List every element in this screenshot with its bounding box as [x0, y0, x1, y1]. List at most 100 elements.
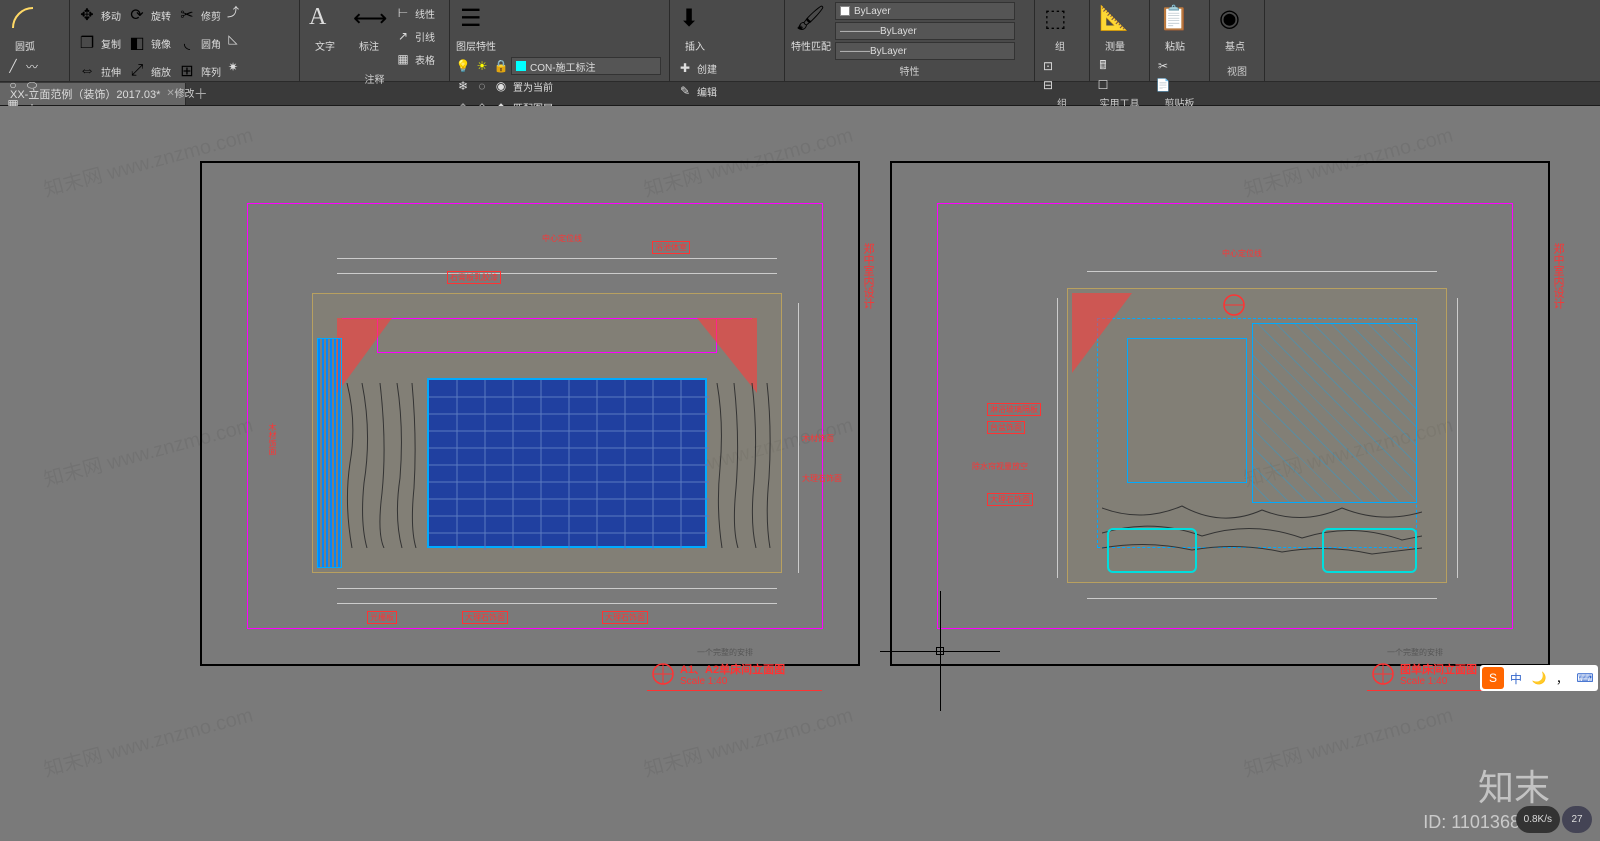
line-icon[interactable]: ╱ — [4, 57, 22, 75]
panel-view: ◉ 基点 视图 — [1210, 0, 1265, 81]
drawing2-scale: Scale 1:40 — [1400, 676, 1447, 687]
anno-marble3: 大理石饰面 — [602, 611, 648, 624]
panel-modify-label[interactable]: 修改 — [74, 84, 295, 101]
basepoint-tool[interactable]: ◉ 基点 — [1214, 2, 1256, 55]
group-a-icon[interactable]: ⊡ — [1039, 57, 1057, 75]
anno2-center: 中心定位线 — [1222, 248, 1262, 259]
panel-modify: ✥移动 ⟳旋转 ✂修剪 ⤴ ❐复制 ◧镜像 ◟圆角 ◺ ⇔拉伸 ⤢缩放 ⊞阵列 … — [70, 0, 300, 81]
ceiling-cove — [377, 318, 717, 353]
ime-s-button[interactable]: S — [1482, 667, 1504, 689]
linear-icon: ⊢ — [394, 4, 412, 22]
lock-icon[interactable]: 🔒 — [492, 57, 510, 75]
paste-tool[interactable]: 📋 粘贴 — [1154, 2, 1196, 55]
note2: 一个完整的安排 — [1387, 647, 1443, 658]
calc-icon[interactable]: 🖩 — [1094, 57, 1112, 75]
arc-label: 圆弧 — [15, 38, 35, 53]
color-dropdown[interactable]: ByLayer — [835, 2, 1015, 20]
basepoint-icon: ◉ — [1219, 4, 1251, 36]
linear-dim-tool[interactable]: ⊢线性 — [392, 2, 437, 24]
leader-tool[interactable]: ↗引线 — [392, 25, 437, 47]
hatch-left2 — [1072, 293, 1132, 373]
dim2-left — [1057, 298, 1058, 578]
title-underline — [647, 690, 822, 691]
iso-icon[interactable]: ◉ — [492, 77, 510, 95]
circle-icon[interactable]: ○ — [4, 76, 22, 94]
paste-icon: 📋 — [1159, 4, 1191, 36]
watermark: 知末网 www.znzmo.com — [1240, 699, 1456, 783]
wood-left — [342, 383, 422, 548]
ellipse-icon[interactable]: ⬭ — [23, 76, 41, 94]
array-tool[interactable]: ⊞阵列 — [174, 58, 223, 84]
net-speed[interactable]: 0.8K/s — [1516, 806, 1560, 833]
drawing-canvas[interactable]: 知末网 www.znzmo.com 知末网 www.znzmo.com 知末网 … — [0, 106, 1600, 841]
drawing1-title: A1、A2单床间立面图 — [680, 661, 785, 677]
bulb-icon[interactable]: 💡 — [454, 57, 472, 75]
fillet-tool[interactable]: ◟圆角 — [174, 30, 223, 56]
section-mark-icon2 — [1372, 663, 1394, 685]
rotate-tool[interactable]: ⟳旋转 — [124, 2, 173, 28]
scale-icon: ⤢ — [126, 60, 148, 82]
trim-tool[interactable]: ✂修剪 — [174, 2, 223, 28]
insert-tool[interactable]: ⬇ 插入 — [674, 2, 716, 55]
dim-bottom2 — [337, 603, 777, 604]
copy2-icon[interactable]: 📄 — [1154, 76, 1172, 94]
chamfer-icon[interactable]: ◺ — [224, 30, 242, 48]
anno2-marble: 大理石饰面 — [987, 493, 1033, 506]
off-icon[interactable]: ◌ — [473, 77, 491, 95]
create-block-tool[interactable]: ✚创建 — [674, 57, 739, 79]
freeze-icon[interactable]: ❄ — [454, 77, 472, 95]
temperature[interactable]: 27 — [1562, 806, 1592, 833]
ime-kb-icon[interactable]: ⌨ — [1574, 667, 1596, 689]
move-icon: ✥ — [76, 4, 98, 26]
arc-tool[interactable]: 圆弧 — [4, 2, 46, 55]
sun-icon[interactable]: ☀ — [473, 57, 491, 75]
copy-icon: ❐ — [76, 32, 98, 54]
dim-top — [337, 273, 777, 274]
dimension-icon: ⟷ — [353, 4, 385, 36]
ribbon: 圆弧 ╱〰 ○⬭ ▦· 绘图 ✥移动 ⟳旋转 ✂修剪 ⤴ ❐复制 ◧镜像 ◟圆角… — [0, 0, 1600, 82]
text-tool[interactable]: A 文字 — [304, 2, 346, 55]
layer-props-tool[interactable]: ☰ 图层特性 — [454, 2, 498, 55]
panel-props-label[interactable]: 特性 — [789, 62, 1030, 79]
group-tool[interactable]: ⬚ 组 — [1039, 2, 1081, 55]
linetype-dropdown[interactable]: ——— ByLayer — [835, 42, 1015, 60]
leader-icon: ↗ — [394, 27, 412, 45]
dim-tool[interactable]: ⟷ 标注 — [348, 2, 390, 55]
stretch-tool[interactable]: ⇔拉伸 — [74, 58, 123, 84]
spline-icon[interactable]: 〰 — [23, 57, 41, 75]
wood-right — [712, 383, 777, 548]
ime-lang-button[interactable]: 中 — [1505, 667, 1527, 689]
door-panel — [317, 338, 342, 568]
edit-block-tool[interactable]: ✎编辑 — [674, 80, 739, 102]
panel-annot-label[interactable]: 注释 — [304, 70, 445, 87]
extend-icon[interactable]: ⤴ — [224, 2, 242, 20]
table-tool[interactable]: ▦表格 — [392, 48, 437, 70]
measure-icon: 📐 — [1099, 4, 1131, 36]
scale-tool[interactable]: ⤢缩放 — [124, 58, 173, 84]
set-current-tool[interactable]: 置为当前 — [511, 77, 555, 96]
group-b-icon[interactable]: ⊟ — [1039, 76, 1057, 94]
panel-properties: 🖌 特性匹配 ByLayer ———— ByLayer ——— ByLayer … — [785, 0, 1035, 81]
ime-moon-icon[interactable]: 🌙 — [1528, 667, 1550, 689]
arc-icon — [9, 4, 41, 36]
explode-icon[interactable]: ✷ — [224, 58, 242, 76]
ime-punct-icon[interactable]: ， — [1551, 667, 1573, 689]
anno-gypsum: 石膏板乳胶漆 — [447, 271, 501, 284]
vanity-mirror-right — [1252, 323, 1417, 503]
lineweight-dropdown[interactable]: ———— ByLayer — [835, 22, 1015, 40]
panel-view-label[interactable]: 视图 — [1214, 62, 1260, 79]
anno2-glass: 淋浴玻璃隔板 — [987, 403, 1041, 416]
cut-icon[interactable]: ✂ — [1154, 57, 1172, 75]
layer-dropdown[interactable]: CON-施工标注 — [511, 57, 661, 75]
anno-wood: 木材饰面 — [267, 423, 278, 455]
mirror-tool[interactable]: ◧镜像 — [124, 30, 173, 56]
edit-icon: ✎ — [676, 82, 694, 100]
brand-watermark: 知末 — [1478, 759, 1550, 811]
ime-toolbar[interactable]: S 中 🌙 ， ⌨ — [1480, 665, 1598, 691]
copy-tool[interactable]: ❐复制 — [74, 30, 123, 56]
move-tool[interactable]: ✥移动 — [74, 2, 123, 28]
match-props-tool[interactable]: 🖌 特性匹配 — [789, 2, 833, 55]
note1: 一个完整的安排 — [697, 647, 753, 658]
measure-tool[interactable]: 📐 测量 — [1094, 2, 1136, 55]
select-icon[interactable]: ☐ — [1094, 76, 1112, 94]
